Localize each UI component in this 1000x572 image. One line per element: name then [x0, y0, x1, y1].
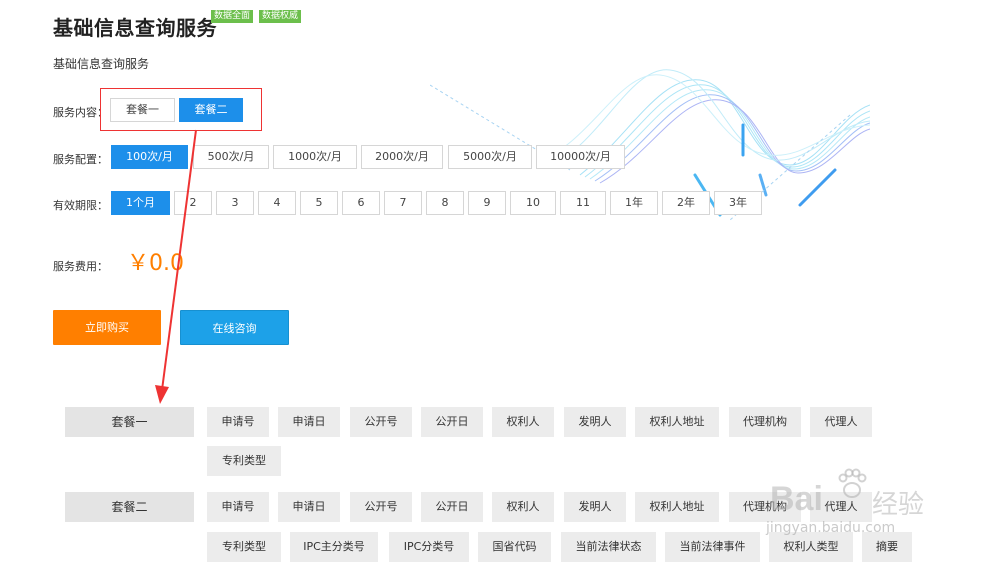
package-2-field: 权利人地址 [635, 492, 719, 522]
package-2-field: 发明人 [564, 492, 626, 522]
package-1-label: 套餐一 [65, 407, 194, 437]
page-title: 基础信息查询服务 [53, 16, 217, 40]
paw-icon [838, 468, 867, 498]
validity-option-1m[interactable]: 1个月 [111, 191, 170, 215]
badge-authoritative: 数据权威 [259, 10, 302, 23]
validity-option-7[interactable]: 7 [384, 191, 422, 215]
package-2-field: 公开号 [350, 492, 412, 522]
package-1-field: 权利人地址 [635, 407, 719, 437]
validity-option-9[interactable]: 9 [468, 191, 506, 215]
service-config-label: 服务配置： [53, 153, 108, 166]
config-option-500[interactable]: 500次/月 [193, 145, 269, 169]
config-option-5000[interactable]: 5000次/月 [448, 145, 532, 169]
validity-option-5[interactable]: 5 [300, 191, 338, 215]
validity-option-2y[interactable]: 2年 [662, 191, 710, 215]
package-1-field: 专利类型 [207, 446, 281, 476]
package-2-field: 专利类型 [207, 532, 281, 562]
validity-option-10[interactable]: 10 [510, 191, 556, 215]
package-2-field: 权利人类型 [769, 532, 853, 562]
package-2-field: IPC主分类号 [290, 532, 378, 562]
validity-option-1y[interactable]: 1年 [610, 191, 658, 215]
badge-comprehensive: 数据全面 [211, 10, 254, 23]
package-2-label: 套餐二 [65, 492, 194, 522]
package-option-1[interactable]: 套餐一 [110, 98, 175, 122]
validity-option-8[interactable]: 8 [426, 191, 464, 215]
package-2-field: 摘要 [862, 532, 912, 562]
price-value: ￥0.0 [127, 251, 184, 276]
package-2-field: 权利人 [492, 492, 554, 522]
page-subtitle: 基础信息查询服务 [53, 57, 150, 71]
package-1-field: 申请号 [207, 407, 269, 437]
package-2-field: 申请日 [278, 492, 340, 522]
package-1-field: 公开号 [350, 407, 412, 437]
validity-option-6[interactable]: 6 [342, 191, 380, 215]
package-1-field: 权利人 [492, 407, 554, 437]
validity-option-3[interactable]: 3 [216, 191, 254, 215]
package-2-field: 申请号 [207, 492, 269, 522]
config-option-1000[interactable]: 1000次/月 [273, 145, 357, 169]
validity-option-3y[interactable]: 3年 [714, 191, 762, 215]
package-2-field: IPC分类号 [389, 532, 469, 562]
package-2-field: 公开日 [421, 492, 483, 522]
watermark-url: jingyan.baidu.com [766, 520, 896, 536]
online-consult-button[interactable]: 在线咨询 [180, 310, 289, 345]
buy-now-button[interactable]: 立即购买 [53, 310, 161, 345]
validity-option-2[interactable]: 2 [174, 191, 212, 215]
package-2-field: 国省代码 [478, 532, 551, 562]
validity-option-11[interactable]: 11 [560, 191, 606, 215]
package-1-field: 申请日 [278, 407, 340, 437]
package-1-field: 代理人 [810, 407, 872, 437]
package-1-field: 代理机构 [729, 407, 801, 437]
config-option-2000[interactable]: 2000次/月 [361, 145, 443, 169]
validity-label: 有效期限： [53, 199, 108, 212]
fee-label: 服务费用： [53, 260, 108, 273]
package-2-field: 当前法律事件 [665, 532, 760, 562]
package-1-field: 发明人 [564, 407, 626, 437]
package-1-field: 公开日 [421, 407, 483, 437]
config-option-10000[interactable]: 10000次/月 [536, 145, 625, 169]
package-option-2[interactable]: 套餐二 [179, 98, 243, 122]
watermark-brand: Bai [770, 480, 823, 518]
package-2-field: 当前法律状态 [561, 532, 656, 562]
validity-option-4[interactable]: 4 [258, 191, 296, 215]
config-option-100[interactable]: 100次/月 [111, 145, 188, 169]
watermark-brand-tail: 经验 [872, 490, 925, 520]
